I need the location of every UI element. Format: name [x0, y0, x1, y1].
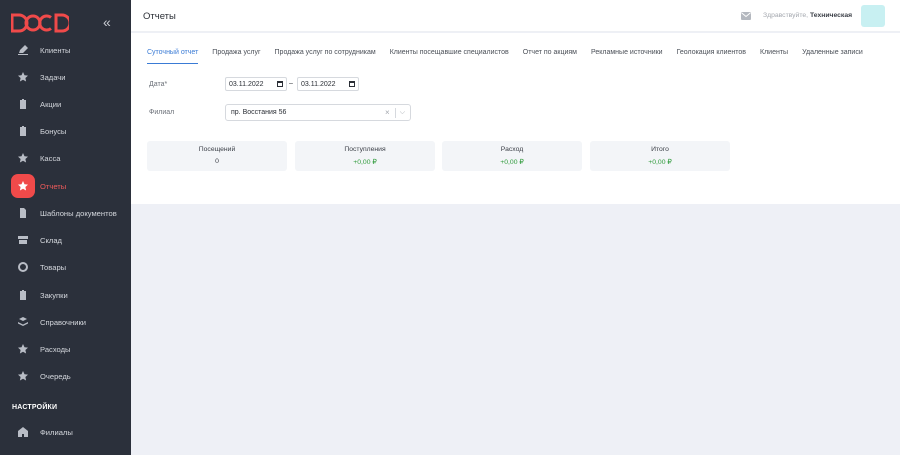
- sidebar-item-reports[interactable]: Отчеты: [11, 174, 125, 198]
- branch-select[interactable]: пр. Восстания 56 × ⌵: [225, 104, 411, 121]
- tab-service-sales-by-employee[interactable]: Продажа услуг по сотрудникам: [275, 49, 376, 64]
- user-name[interactable]: Техническая: [810, 12, 852, 19]
- sidebar-item-label: Отчеты: [40, 181, 67, 191]
- sidebar-item-label: Бонусы: [40, 126, 67, 136]
- sidebar-item-tasks[interactable]: Задачи: [11, 65, 125, 89]
- reports-panel: Суточный отчет Продажа услуг Продажа усл…: [131, 33, 900, 204]
- tab-service-sales[interactable]: Продажа услуг: [212, 49, 260, 64]
- summary-card-title: Поступления: [344, 146, 386, 153]
- calendar-icon[interactable]: [277, 81, 283, 87]
- date-to-input[interactable]: 03.11.2022: [297, 77, 359, 91]
- tab-clients[interactable]: Клиенты: [760, 49, 788, 64]
- box-icon: [11, 228, 35, 252]
- mail-icon[interactable]: [741, 12, 751, 20]
- summary-card-visits: Посещений 0: [147, 141, 287, 171]
- sidebar-item-label: Справочники: [40, 317, 87, 327]
- clipboard-icon: [11, 283, 35, 307]
- date-label: Дата*: [149, 81, 168, 88]
- sidebar-item-products[interactable]: Товары: [11, 255, 125, 279]
- clipboard-icon: [11, 92, 35, 116]
- sidebar-item-label: Касса: [40, 153, 61, 163]
- user-greeting: Здравствуйте, Техническая: [763, 12, 852, 19]
- select-divider: [394, 107, 396, 118]
- star-icon: [11, 174, 35, 198]
- summary-card-title: Посещений: [198, 146, 236, 153]
- tab-promotions-report[interactable]: Отчет по акциям: [523, 49, 577, 64]
- greeting-text: Здравствуйте,: [763, 12, 809, 19]
- tab-daily-report[interactable]: Суточный отчет: [147, 49, 199, 64]
- page-title: Отчеты: [143, 11, 176, 22]
- docd-logo[interactable]: [11, 13, 69, 33]
- summary-card-value: +0,00 ₽: [648, 159, 672, 166]
- date-from-value: 03.11.2022: [229, 80, 264, 88]
- branch-select-value: пр. Восстания 56: [231, 109, 287, 116]
- edit-icon: [11, 38, 35, 62]
- sidebar-item-clients[interactable]: Клиенты: [11, 38, 125, 62]
- star-icon: [11, 146, 35, 170]
- branch-label: Филиал: [149, 109, 175, 116]
- summary-card-expense: Расход +0,00 ₽: [442, 141, 582, 171]
- settings-section-title: НАСТРОЙКИ: [12, 404, 58, 411]
- summary-card-value: 0: [215, 158, 219, 165]
- summary-card-total: Итого +0,00 ₽: [590, 141, 730, 171]
- sidebar-item-label: Филиалы: [40, 427, 73, 437]
- sidebar-item-directories[interactable]: Справочники: [11, 310, 125, 334]
- report-tabs: Суточный отчет Продажа услуг Продажа усл…: [147, 49, 877, 64]
- summary-card-value: +0,00 ₽: [353, 159, 377, 166]
- summary-card-income: Поступления +0,00 ₽: [295, 141, 435, 171]
- star-icon: [11, 337, 35, 361]
- tab-ad-sources[interactable]: Рекламные источники: [591, 49, 663, 64]
- date-from-input[interactable]: 03.11.2022: [225, 77, 287, 91]
- sidebar-item-label: Клиенты: [40, 45, 71, 55]
- star-icon: [11, 364, 35, 388]
- sidebar-item-bonuses[interactable]: Бонусы: [11, 119, 125, 143]
- sidebar-item-document-templates[interactable]: Шаблоны документов: [11, 201, 125, 225]
- chevron-down-icon[interactable]: ⌵: [400, 109, 405, 117]
- summary-card-title: Расход: [500, 146, 524, 153]
- sidebar-item-promotions[interactable]: Акции: [11, 92, 125, 116]
- document-icon: [11, 201, 35, 225]
- sidebar-item-label: Закупки: [40, 290, 68, 300]
- date-to-value: 03.11.2022: [301, 80, 336, 88]
- home-icon: [11, 420, 35, 444]
- tab-deleted-records[interactable]: Удаленные записи: [802, 49, 863, 64]
- sidebar-item-label: Шаблоны документов: [40, 208, 117, 218]
- sidebar-item-branches[interactable]: Филиалы: [11, 420, 125, 444]
- star-icon: [11, 65, 35, 89]
- summary-card-value: +0,00 ₽: [500, 159, 524, 166]
- date-range-separator: –: [289, 80, 293, 87]
- sidebar-item-label: Склад: [40, 235, 62, 245]
- tab-client-geolocation[interactable]: Геолокация клиентов: [677, 49, 746, 64]
- sidebar: « Клиенты Задачи Акции Бонусы Касса Отче…: [0, 0, 131, 455]
- layers-icon: [11, 310, 35, 334]
- top-header: Отчеты Здравствуйте, Техническая: [131, 0, 900, 32]
- avatar[interactable]: [861, 5, 885, 27]
- sidebar-item-label: Очередь: [40, 371, 71, 381]
- summary-card-title: Итого: [651, 146, 669, 153]
- sidebar-item-purchases[interactable]: Закупки: [11, 283, 125, 307]
- tab-clients-visited-specialists[interactable]: Клиенты посещавшие специалистов: [390, 49, 509, 64]
- sidebar-item-label: Акции: [40, 99, 62, 109]
- clear-icon[interactable]: ×: [385, 108, 390, 117]
- sidebar-item-queue[interactable]: Очередь: [11, 364, 125, 388]
- calendar-icon[interactable]: [349, 81, 355, 87]
- sidebar-item-warehouse[interactable]: Склад: [11, 228, 125, 252]
- clipboard-icon: [11, 119, 35, 143]
- sidebar-item-cashbox[interactable]: Касса: [11, 146, 125, 170]
- sidebar-item-label: Расходы: [40, 344, 71, 354]
- sidebar-item-label: Задачи: [40, 72, 66, 82]
- circle-icon: [11, 255, 35, 279]
- collapse-sidebar-icon[interactable]: «: [103, 15, 111, 29]
- sidebar-item-expenses[interactable]: Расходы: [11, 337, 125, 361]
- sidebar-item-label: Товары: [40, 262, 67, 272]
